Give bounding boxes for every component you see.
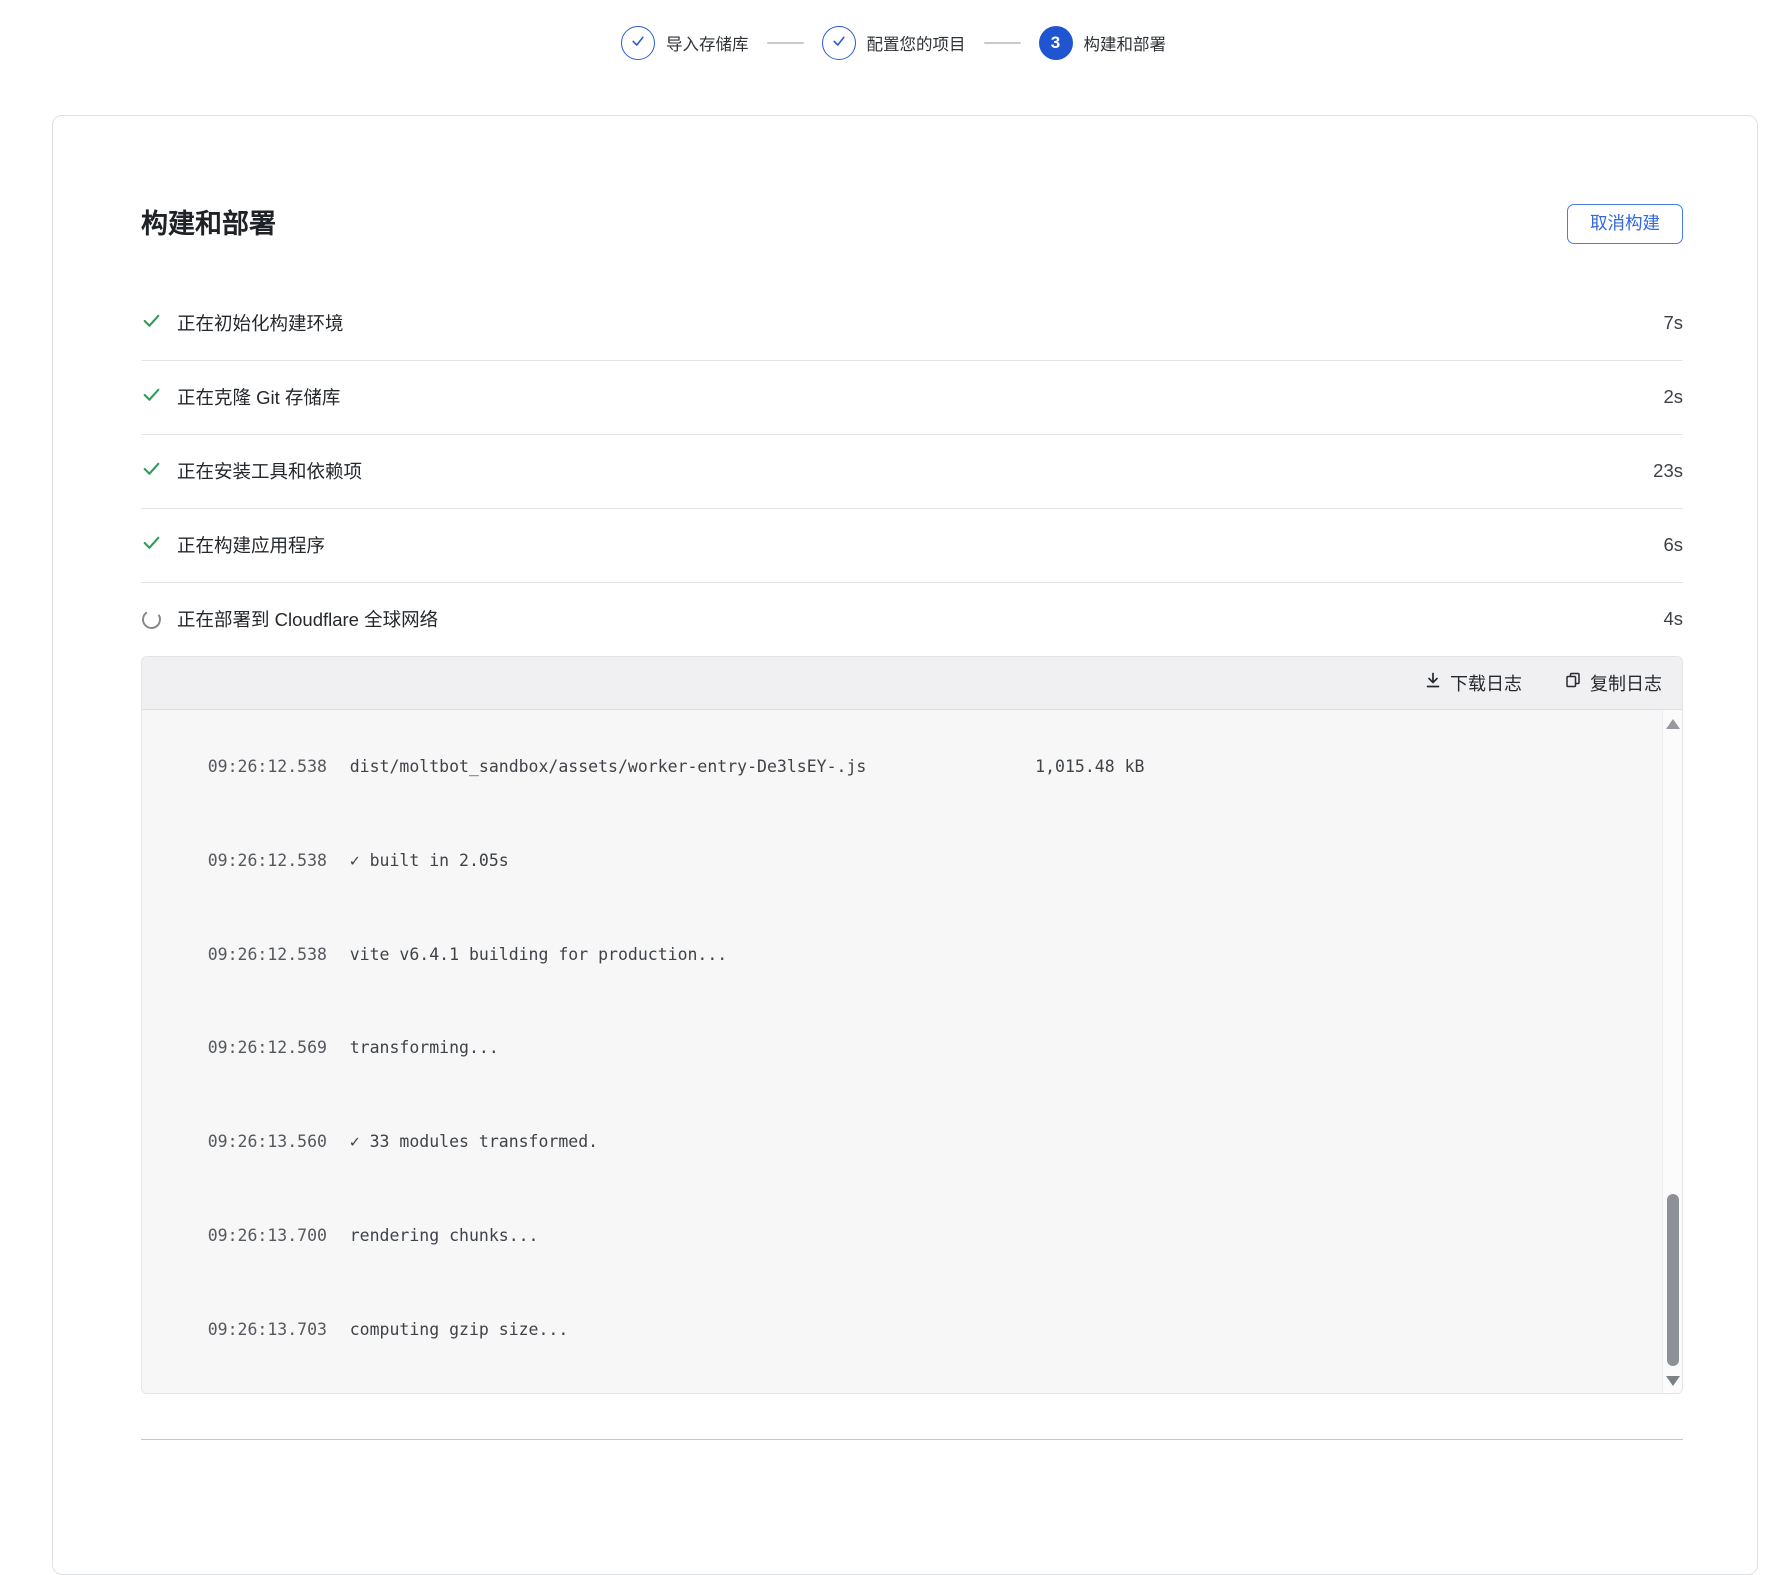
log-line: 09:26:13.713dist/client/index.html 0.41 … <box>168 1377 1642 1393</box>
build-step-status <box>141 387 162 408</box>
build-step-duration: 23s <box>1653 460 1683 482</box>
log-timestamp: 09:26:12.569 <box>208 1032 327 1063</box>
step-label: 导入存储库 <box>666 31 749 55</box>
card-header: 构建和部署 取消构建 <box>141 116 1683 244</box>
success-check-icon <box>141 384 162 410</box>
success-check-icon <box>141 532 162 558</box>
log-timestamp: 09:26:13.700 <box>208 1220 327 1251</box>
log-timestamp: 09:26:12.538 <box>208 751 327 782</box>
log-line: 09:26:13.560 ✓ 33 modules transformed. <box>168 1095 1642 1189</box>
step-current-circle: 3 <box>1039 26 1073 60</box>
step-done-circle <box>822 26 856 60</box>
stepper-connector <box>984 42 1021 44</box>
build-step-label: 正在初始化构建环境 <box>177 310 1663 336</box>
log-line: 09:26:12.538 dist/moltbot_sandbox/assets/… <box>168 720 1642 814</box>
stepper-step-build-deploy: 3 构建和部署 <box>1039 26 1167 60</box>
build-step-row: 正在安装工具和依赖项 23s <box>141 435 1683 509</box>
build-step-row: 正在构建应用程序 6s <box>141 509 1683 583</box>
copy-icon <box>1564 671 1582 694</box>
log-text: dist/moltbot_sandbox/assets/worker-entry… <box>350 757 1145 776</box>
stepper-connector <box>767 42 804 44</box>
step-label: 配置您的项目 <box>867 31 966 55</box>
build-deploy-card: 构建和部署 取消构建 正在初始化构建环境 7s 正在克隆 Git 存储库 2s <box>52 115 1758 1575</box>
build-step-label: 正在构建应用程序 <box>177 532 1663 558</box>
build-step-label: 正在部署到 Cloudflare 全球网络 <box>177 606 1663 632</box>
log-text: vite v6.4.1 building for production... <box>350 945 728 964</box>
log-lines: 09:26:12.538 dist/moltbot_sandbox/assets/… <box>142 710 1682 1393</box>
build-step-row: 正在初始化构建环境 7s <box>141 287 1683 361</box>
stepper-step-configure-project: 配置您的项目 <box>822 26 966 60</box>
log-text: rendering chunks... <box>350 1226 539 1245</box>
build-step-duration: 4s <box>1663 608 1683 630</box>
log-panel: 下载日志 复制日志 09:26:12.538 dist/moltbot_sandb… <box>141 656 1683 1394</box>
log-text: transforming... <box>350 1038 499 1057</box>
check-icon <box>630 33 646 54</box>
log-scrollbar[interactable] <box>1662 710 1682 1393</box>
step-done-circle <box>621 26 655 60</box>
success-check-icon <box>141 458 162 484</box>
scrollbar-thumb[interactable] <box>1667 1194 1679 1366</box>
download-logs-button[interactable]: 下载日志 <box>1416 666 1530 700</box>
spinner-icon <box>140 608 163 631</box>
log-line: 09:26:12.538 ✓ built in 2.05s <box>168 813 1642 907</box>
log-text: computing gzip size... <box>350 1320 569 1339</box>
download-icon <box>1424 671 1442 694</box>
build-step-row: 正在克隆 Git 存储库 2s <box>141 361 1683 435</box>
log-text: ✓ built in 2.05s <box>350 851 509 870</box>
cancel-build-button[interactable]: 取消构建 <box>1567 204 1683 244</box>
step-label: 构建和部署 <box>1084 31 1167 55</box>
log-line: 09:26:13.700 rendering chunks... <box>168 1189 1642 1283</box>
log-line: 09:26:12.538 vite v6.4.1 building for pro… <box>168 907 1642 1001</box>
scroll-down-icon[interactable] <box>1666 1376 1680 1386</box>
log-line: 09:26:13.703 computing gzip size... <box>168 1283 1642 1377</box>
log-text: ✓ 33 modules transformed. <box>350 1132 598 1151</box>
page-title: 构建和部署 <box>141 206 276 242</box>
log-line: 09:26:12.569 transforming... <box>168 1001 1642 1095</box>
progress-stepper: 导入存储库 配置您的项目 3 构建和部署 <box>0 26 1787 60</box>
log-timestamp: 09:26:12.538 <box>208 939 327 970</box>
log-toolbar: 下载日志 复制日志 <box>142 657 1682 710</box>
log-timestamp: 09:26:12.538 <box>208 845 327 876</box>
build-steps-list: 正在初始化构建环境 7s 正在克隆 Git 存储库 2s 正在安装工具和依赖项 … <box>141 287 1683 656</box>
build-step-row: 正在部署到 Cloudflare 全球网络 4s <box>141 583 1683 656</box>
build-step-duration: 6s <box>1663 534 1683 556</box>
log-timestamp: 09:26:13.703 <box>208 1314 327 1345</box>
check-icon <box>831 33 847 54</box>
success-check-icon <box>141 310 162 336</box>
section-divider <box>141 1439 1683 1440</box>
copy-logs-label: 复制日志 <box>1590 670 1662 696</box>
scroll-up-icon[interactable] <box>1666 719 1680 729</box>
build-step-label: 正在克隆 Git 存储库 <box>177 384 1663 410</box>
stepper-step-import-repo: 导入存储库 <box>621 26 749 60</box>
download-logs-label: 下载日志 <box>1450 670 1522 696</box>
build-step-status <box>141 609 162 630</box>
copy-logs-button[interactable]: 复制日志 <box>1556 666 1670 700</box>
build-step-duration: 2s <box>1663 386 1683 408</box>
build-step-status <box>141 313 162 334</box>
log-timestamp: 09:26:13.560 <box>208 1126 327 1157</box>
build-step-status <box>141 535 162 556</box>
build-step-status <box>141 461 162 482</box>
build-step-label: 正在安装工具和依赖项 <box>177 458 1653 484</box>
build-step-duration: 7s <box>1663 312 1683 334</box>
